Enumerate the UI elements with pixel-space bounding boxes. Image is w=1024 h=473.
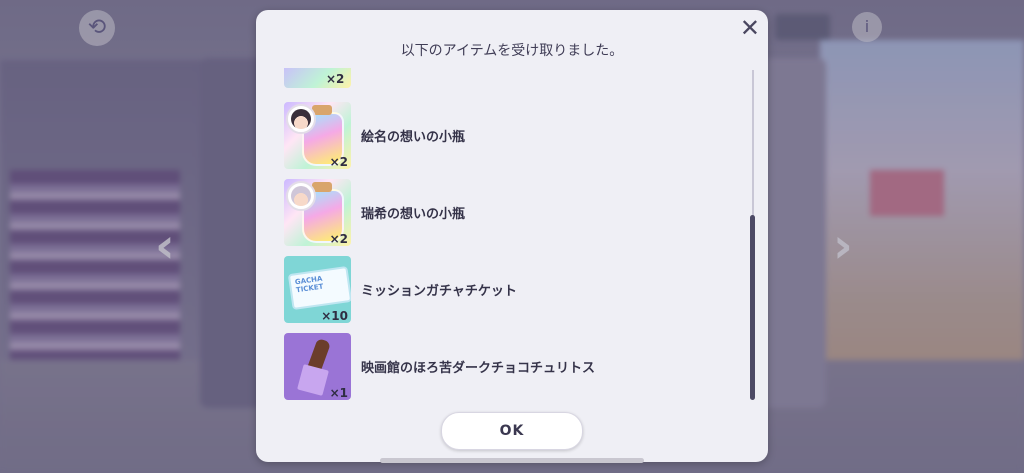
item-name: 絵名の想いの小瓶 bbox=[361, 130, 466, 145]
ok-button[interactable]: OK bbox=[441, 412, 583, 450]
item-name: ミッションガチャチケット bbox=[361, 284, 517, 299]
close-icon[interactable]: ✕ bbox=[740, 14, 760, 42]
list-item: GACHA TICKET ×10 ミッションガチャチケット bbox=[284, 256, 724, 323]
list-item: ×2 絵名の想いの小瓶 bbox=[284, 102, 724, 169]
item-quantity: ×2 bbox=[329, 155, 348, 169]
item-name: 瑞希の想いの小瓶 bbox=[361, 207, 466, 222]
item-quantity: ×2 bbox=[329, 232, 348, 246]
churros-icon: ×1 bbox=[284, 333, 351, 400]
list-item: ×1 映画館のほろ苦ダークチョコチュリトス bbox=[284, 333, 724, 400]
item-quantity: ×1 bbox=[329, 386, 348, 400]
ticket-label: GACHA TICKET bbox=[294, 274, 324, 295]
reward-list[interactable]: ×2 ×2 絵名の想いの小瓶 ×2 瑞希の想いの小瓶 GACHA TICKET … bbox=[284, 68, 754, 403]
item-name: 映画館のほろ苦ダークチョコチュリトス bbox=[361, 361, 596, 376]
scrollbar-thumb[interactable] bbox=[750, 215, 755, 400]
dialog-title: 以下のアイテムを受け取りました。 bbox=[400, 43, 624, 59]
home-indicator bbox=[380, 458, 644, 463]
list-item: ×2 瑞希の想いの小瓶 bbox=[284, 179, 724, 246]
bottle-ena-icon: ×2 bbox=[284, 102, 351, 169]
item-quantity: ×2 bbox=[326, 72, 345, 86]
gacha-ticket-icon: GACHA TICKET ×10 bbox=[284, 256, 351, 323]
reward-dialog: ✕ 以下のアイテムを受け取りました。 ×2 ×2 絵名の想いの小瓶 ×2 瑞希の… bbox=[256, 10, 768, 462]
bottle-mizuki-icon: ×2 bbox=[284, 179, 351, 246]
item-quantity: ×10 bbox=[321, 309, 348, 323]
